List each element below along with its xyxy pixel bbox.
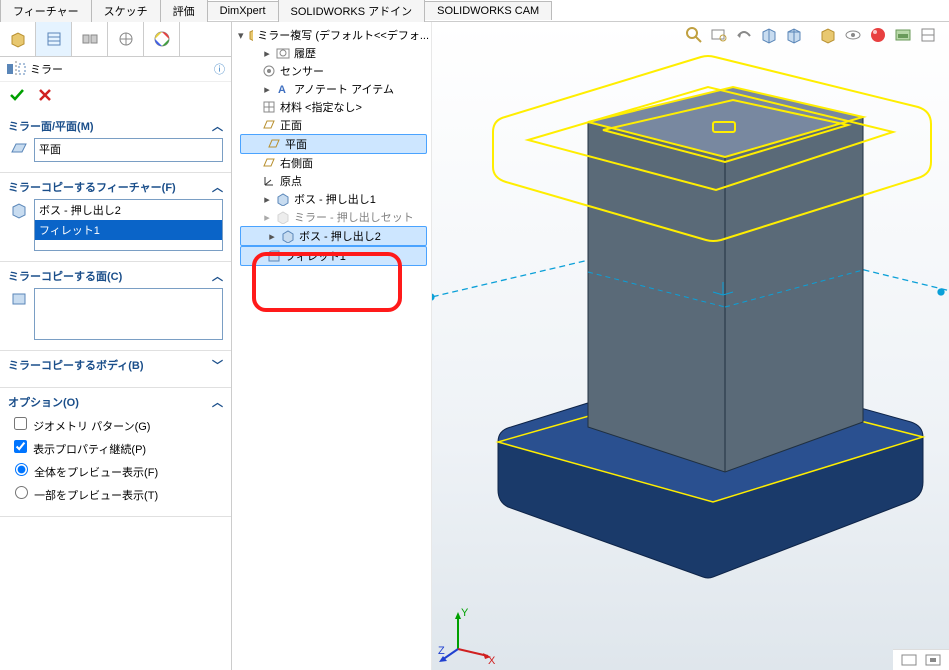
status-icon[interactable] xyxy=(925,653,941,667)
section-features-label: ミラーコピーするフィーチャー(F) xyxy=(8,179,176,195)
pm-title: ミラー xyxy=(30,61,63,77)
tree-plane[interactable]: 平面 xyxy=(240,134,427,154)
mirror-plane-input[interactable]: 平面 xyxy=(34,138,223,162)
property-manager: ミラー ⓘ ミラー面/平面(M)︿ 平面 ミラーコピーするフィーチャー(F)︿ … xyxy=(0,22,232,670)
graphics-viewport[interactable]: Y X Z xyxy=(432,22,949,670)
tree-sensors[interactable]: センサー xyxy=(236,62,431,80)
opt-visual-props[interactable]: 表示プロパティ継続(P) xyxy=(10,437,223,457)
scene-icon[interactable] xyxy=(892,24,914,46)
ok-button[interactable] xyxy=(8,86,26,104)
tree-fillet1[interactable]: フィレット1 xyxy=(240,246,427,266)
opt-partial-preview[interactable]: 一部をプレビュー表示(T) xyxy=(10,483,223,503)
feature-item-boss2[interactable]: ボス - 押し出し2 xyxy=(35,200,222,220)
opt-geom-pattern[interactable]: ジオメトリ パターン(G) xyxy=(10,414,223,434)
zoom-fit-icon[interactable] xyxy=(683,24,705,46)
tab-addins[interactable]: SOLIDWORKS アドイン xyxy=(278,0,426,22)
svg-text:Z: Z xyxy=(438,645,445,657)
collapse-icon[interactable]: ︿ xyxy=(212,268,223,284)
faces-listbox[interactable] xyxy=(34,288,223,340)
features-listbox[interactable]: ボス - 押し出し2 フィレット1 xyxy=(34,199,223,251)
appearance-tab-icon[interactable] xyxy=(144,22,180,56)
dimxpert-tab-icon[interactable] xyxy=(108,22,144,56)
collapse-icon[interactable]: ﹀ xyxy=(212,357,223,373)
tree-origin[interactable]: 原点 xyxy=(236,172,431,190)
tree-material[interactable]: 材料 <指定なし> xyxy=(236,98,431,116)
tab-evaluate[interactable]: 評価 xyxy=(160,0,208,22)
appearance-icon[interactable] xyxy=(867,24,889,46)
section-faces-label: ミラーコピーする面(C) xyxy=(8,268,122,284)
status-bar xyxy=(893,649,949,670)
tree-front-plane[interactable]: 正面 xyxy=(236,116,431,134)
tab-sketch[interactable]: スケッチ xyxy=(91,0,161,22)
tree-mirror-set[interactable]: ▸ミラー - 押し出しセット xyxy=(236,208,431,226)
tree-annotations[interactable]: ▸Aアノテート アイテム xyxy=(236,80,431,98)
tab-dimxpert[interactable]: DimXpert xyxy=(207,1,279,20)
tree-boss-extrude2[interactable]: ▸ボス - 押し出し2 xyxy=(240,226,427,246)
cancel-button[interactable] xyxy=(36,86,54,104)
collapse-icon[interactable]: ︿ xyxy=(212,394,223,410)
model-rendering xyxy=(432,22,949,670)
plane-slot-icon xyxy=(8,138,30,160)
view-orient-icon[interactable] xyxy=(783,24,805,46)
command-tabbar: フィーチャー スケッチ 評価 DimXpert SOLIDWORKS アドイン … xyxy=(0,0,949,22)
display-style-icon[interactable] xyxy=(817,24,839,46)
settings-icon[interactable] xyxy=(917,24,939,46)
tree-history[interactable]: ▸履歴 xyxy=(236,44,431,62)
svg-text:X: X xyxy=(488,655,496,664)
tree-root[interactable]: ▾ ミラー複写 (デフォルト<<デフォ... xyxy=(236,26,431,44)
view-triad[interactable]: Y X Z xyxy=(438,604,498,664)
panel-tabs xyxy=(0,22,231,57)
collapse-icon[interactable]: ︿ xyxy=(212,179,223,195)
face-slot-icon xyxy=(8,288,30,310)
feature-tree-tab-icon[interactable] xyxy=(0,22,36,56)
section-plane-label: ミラー面/平面(M) xyxy=(8,118,94,134)
tab-cam[interactable]: SOLIDWORKS CAM xyxy=(424,1,552,20)
config-tab-icon[interactable] xyxy=(72,22,108,56)
section-options-label: オプション(O) xyxy=(8,394,79,410)
tree-right-plane[interactable]: 右側面 xyxy=(236,154,431,172)
feature-item-fillet1[interactable]: フィレット1 xyxy=(35,220,222,240)
help-icon[interactable]: ⓘ xyxy=(214,61,225,77)
prev-view-icon[interactable] xyxy=(733,24,755,46)
opt-full-preview[interactable]: 全体をプレビュー表示(F) xyxy=(10,460,223,480)
flyout-feature-tree: ▾ ミラー複写 (デフォルト<<デフォ... ▸履歴 センサー ▸Aアノテート … xyxy=(232,22,432,670)
collapse-icon[interactable]: ︿ xyxy=(212,118,223,134)
hide-show-icon[interactable] xyxy=(842,24,864,46)
status-icon[interactable] xyxy=(901,653,917,667)
zoom-area-icon[interactable] xyxy=(708,24,730,46)
section-bodies-label: ミラーコピーするボディ(B) xyxy=(8,357,144,373)
property-tab-icon[interactable] xyxy=(36,22,72,56)
view-toolbar xyxy=(683,24,939,46)
mirror-icon xyxy=(6,61,26,77)
section-view-icon[interactable] xyxy=(758,24,780,46)
feature-slot-icon xyxy=(8,199,30,221)
tree-boss-extrude1[interactable]: ▸ボス - 押し出し1 xyxy=(236,190,431,208)
svg-text:Y: Y xyxy=(461,607,469,619)
tab-features[interactable]: フィーチャー xyxy=(0,0,92,22)
svg-text:A: A xyxy=(278,84,286,96)
